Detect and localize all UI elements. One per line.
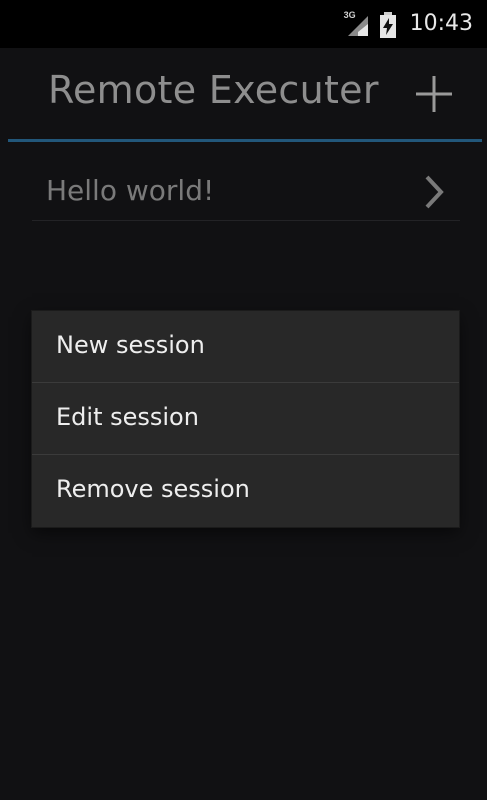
session-list-item[interactable]: Hello world!	[32, 144, 460, 221]
context-menu: New session Edit session Remove session	[32, 311, 459, 527]
add-session-button[interactable]	[406, 66, 462, 122]
session-list: Hello world!	[32, 144, 460, 221]
menu-item-new-session[interactable]: New session	[32, 311, 459, 382]
menu-item-label: Edit session	[56, 403, 199, 431]
chevron-right-icon	[425, 175, 444, 209]
session-name: Hello world!	[46, 174, 215, 207]
menu-item-label: Remove session	[56, 475, 250, 503]
app-screen: 3G 10:43 Remote Executer Hello world! Ne…	[0, 0, 487, 800]
plus-icon	[416, 76, 452, 112]
menu-item-label: New session	[56, 331, 205, 359]
status-icons: 3G 10:43	[344, 8, 473, 40]
signal-3g-icon: 3G	[344, 10, 368, 36]
action-bar-divider	[8, 139, 482, 142]
status-clock: 10:43	[409, 11, 473, 36]
app-title: Remote Executer	[48, 68, 379, 112]
action-bar: Remote Executer	[0, 48, 487, 140]
battery-charging-icon	[376, 12, 400, 38]
status-bar: 3G 10:43	[0, 0, 487, 48]
menu-item-edit-session[interactable]: Edit session	[32, 382, 459, 454]
menu-item-remove-session[interactable]: Remove session	[32, 454, 459, 526]
